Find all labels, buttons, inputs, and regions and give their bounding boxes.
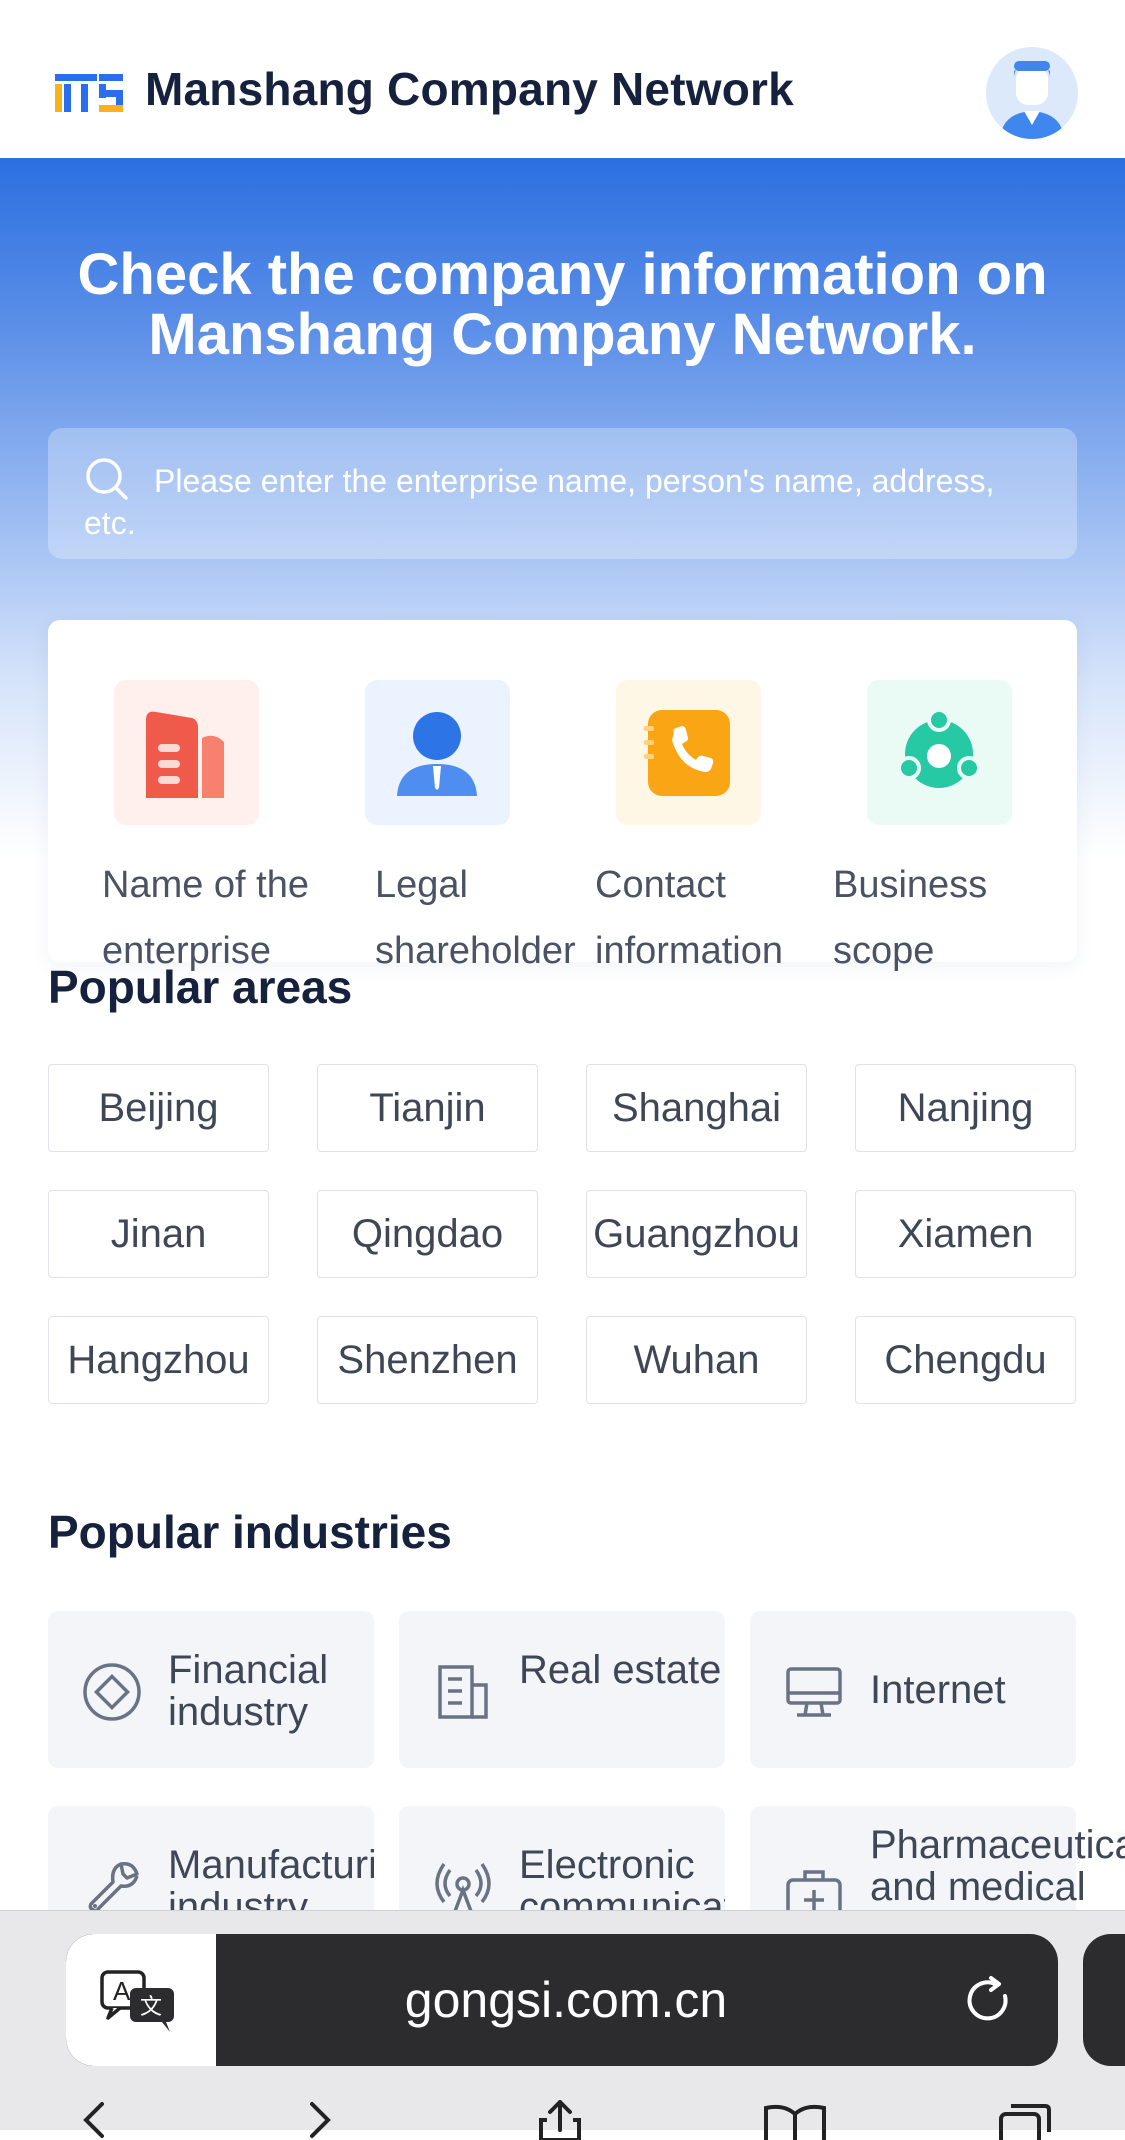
forward-icon[interactable] — [306, 2100, 336, 2140]
business-scope-label[interactable]: Business scope — [833, 852, 1033, 984]
area-button-tianjin[interactable]: Tianjin — [317, 1064, 538, 1152]
area-button-shenzhen[interactable]: Shenzhen — [317, 1316, 538, 1404]
next-tab-preview[interactable] — [1083, 1934, 1125, 2066]
mts-logo-icon[interactable] — [55, 74, 123, 112]
area-button-nanjing[interactable]: Nanjing — [855, 1064, 1076, 1152]
reload-icon[interactable] — [961, 1974, 1015, 2028]
contact-information-tab[interactable] — [616, 680, 761, 825]
back-icon[interactable] — [78, 2100, 108, 2140]
url-text[interactable]: gongsi.com.cn — [216, 1934, 916, 2066]
area-button-beijing[interactable]: Beijing — [48, 1064, 269, 1152]
search-category-card: Name of the enterprise Legal shareholder… — [48, 620, 1077, 972]
svg-text:A: A — [113, 1976, 131, 2006]
legal-shareholder-label[interactable]: Legal shareholder — [375, 852, 615, 984]
person-icon — [397, 712, 477, 796]
search-placeholder: Please enter the enterprise name, person… — [84, 463, 995, 541]
industry-label: Real estate — [519, 1648, 722, 1692]
popular-areas-title: Popular areas — [48, 961, 353, 1013]
tabs-icon[interactable] — [995, 2100, 1055, 2140]
area-button-xiamen[interactable]: Xiamen — [855, 1190, 1076, 1278]
area-button-qingdao[interactable]: Qingdao — [317, 1190, 538, 1278]
translate-icon: A 文 — [100, 1970, 174, 2032]
industry-card-internet[interactable]: Internet — [750, 1611, 1076, 1768]
area-button-hangzhou[interactable]: Hangzhou — [48, 1316, 269, 1404]
area-button-shanghai[interactable]: Shanghai — [586, 1064, 807, 1152]
signal-tower-icon — [435, 1862, 491, 1916]
area-button-chengdu[interactable]: Chengdu — [855, 1316, 1076, 1404]
app-header: Manshang Company Network — [0, 0, 1125, 158]
svg-text:文: 文 — [140, 1995, 162, 2020]
business-scope-tab[interactable] — [867, 680, 1012, 825]
industry-label: Financial industry — [168, 1648, 329, 1734]
translate-button[interactable]: A 文 — [66, 1934, 216, 2066]
bookmarks-icon[interactable] — [760, 2100, 830, 2140]
hero-title: Check the company information on Manshan… — [77, 242, 1048, 367]
diamond-coin-icon — [83, 1663, 141, 1721]
popular-industries-title: Popular industries — [48, 1506, 452, 1558]
user-avatar-icon[interactable] — [986, 47, 1078, 139]
legal-shareholder-tab[interactable] — [365, 680, 510, 825]
address-bar[interactable]: A 文 gongsi.com.cn — [66, 1934, 1058, 2066]
area-button-jinan[interactable]: Jinan — [48, 1190, 269, 1278]
industry-card-real-estate[interactable]: Real estate — [399, 1611, 725, 1768]
industry-card-financial[interactable]: Financial industry — [48, 1611, 374, 1768]
enterprise-name-tab[interactable] — [114, 680, 259, 825]
scope-nodes-icon — [897, 708, 981, 788]
share-icon[interactable] — [535, 2100, 585, 2140]
office-building-icon — [438, 1665, 488, 1719]
industry-label: Internet — [870, 1668, 1006, 1712]
area-button-wuhan[interactable]: Wuhan — [586, 1316, 807, 1404]
wrench-icon — [88, 1861, 139, 1913]
brand-name: Manshang Company Network — [145, 63, 794, 115]
building-icon — [146, 711, 224, 798]
phone-book-icon — [644, 710, 730, 796]
contact-information-label[interactable]: Contact information — [595, 852, 835, 984]
industry-label: Pharmaceutical and medical — [870, 1823, 1125, 1909]
area-button-guangzhou[interactable]: Guangzhou — [586, 1190, 807, 1278]
monitor-icon — [786, 1667, 842, 1717]
search-input[interactable]: Please enter the enterprise name, person… — [48, 428, 1077, 559]
